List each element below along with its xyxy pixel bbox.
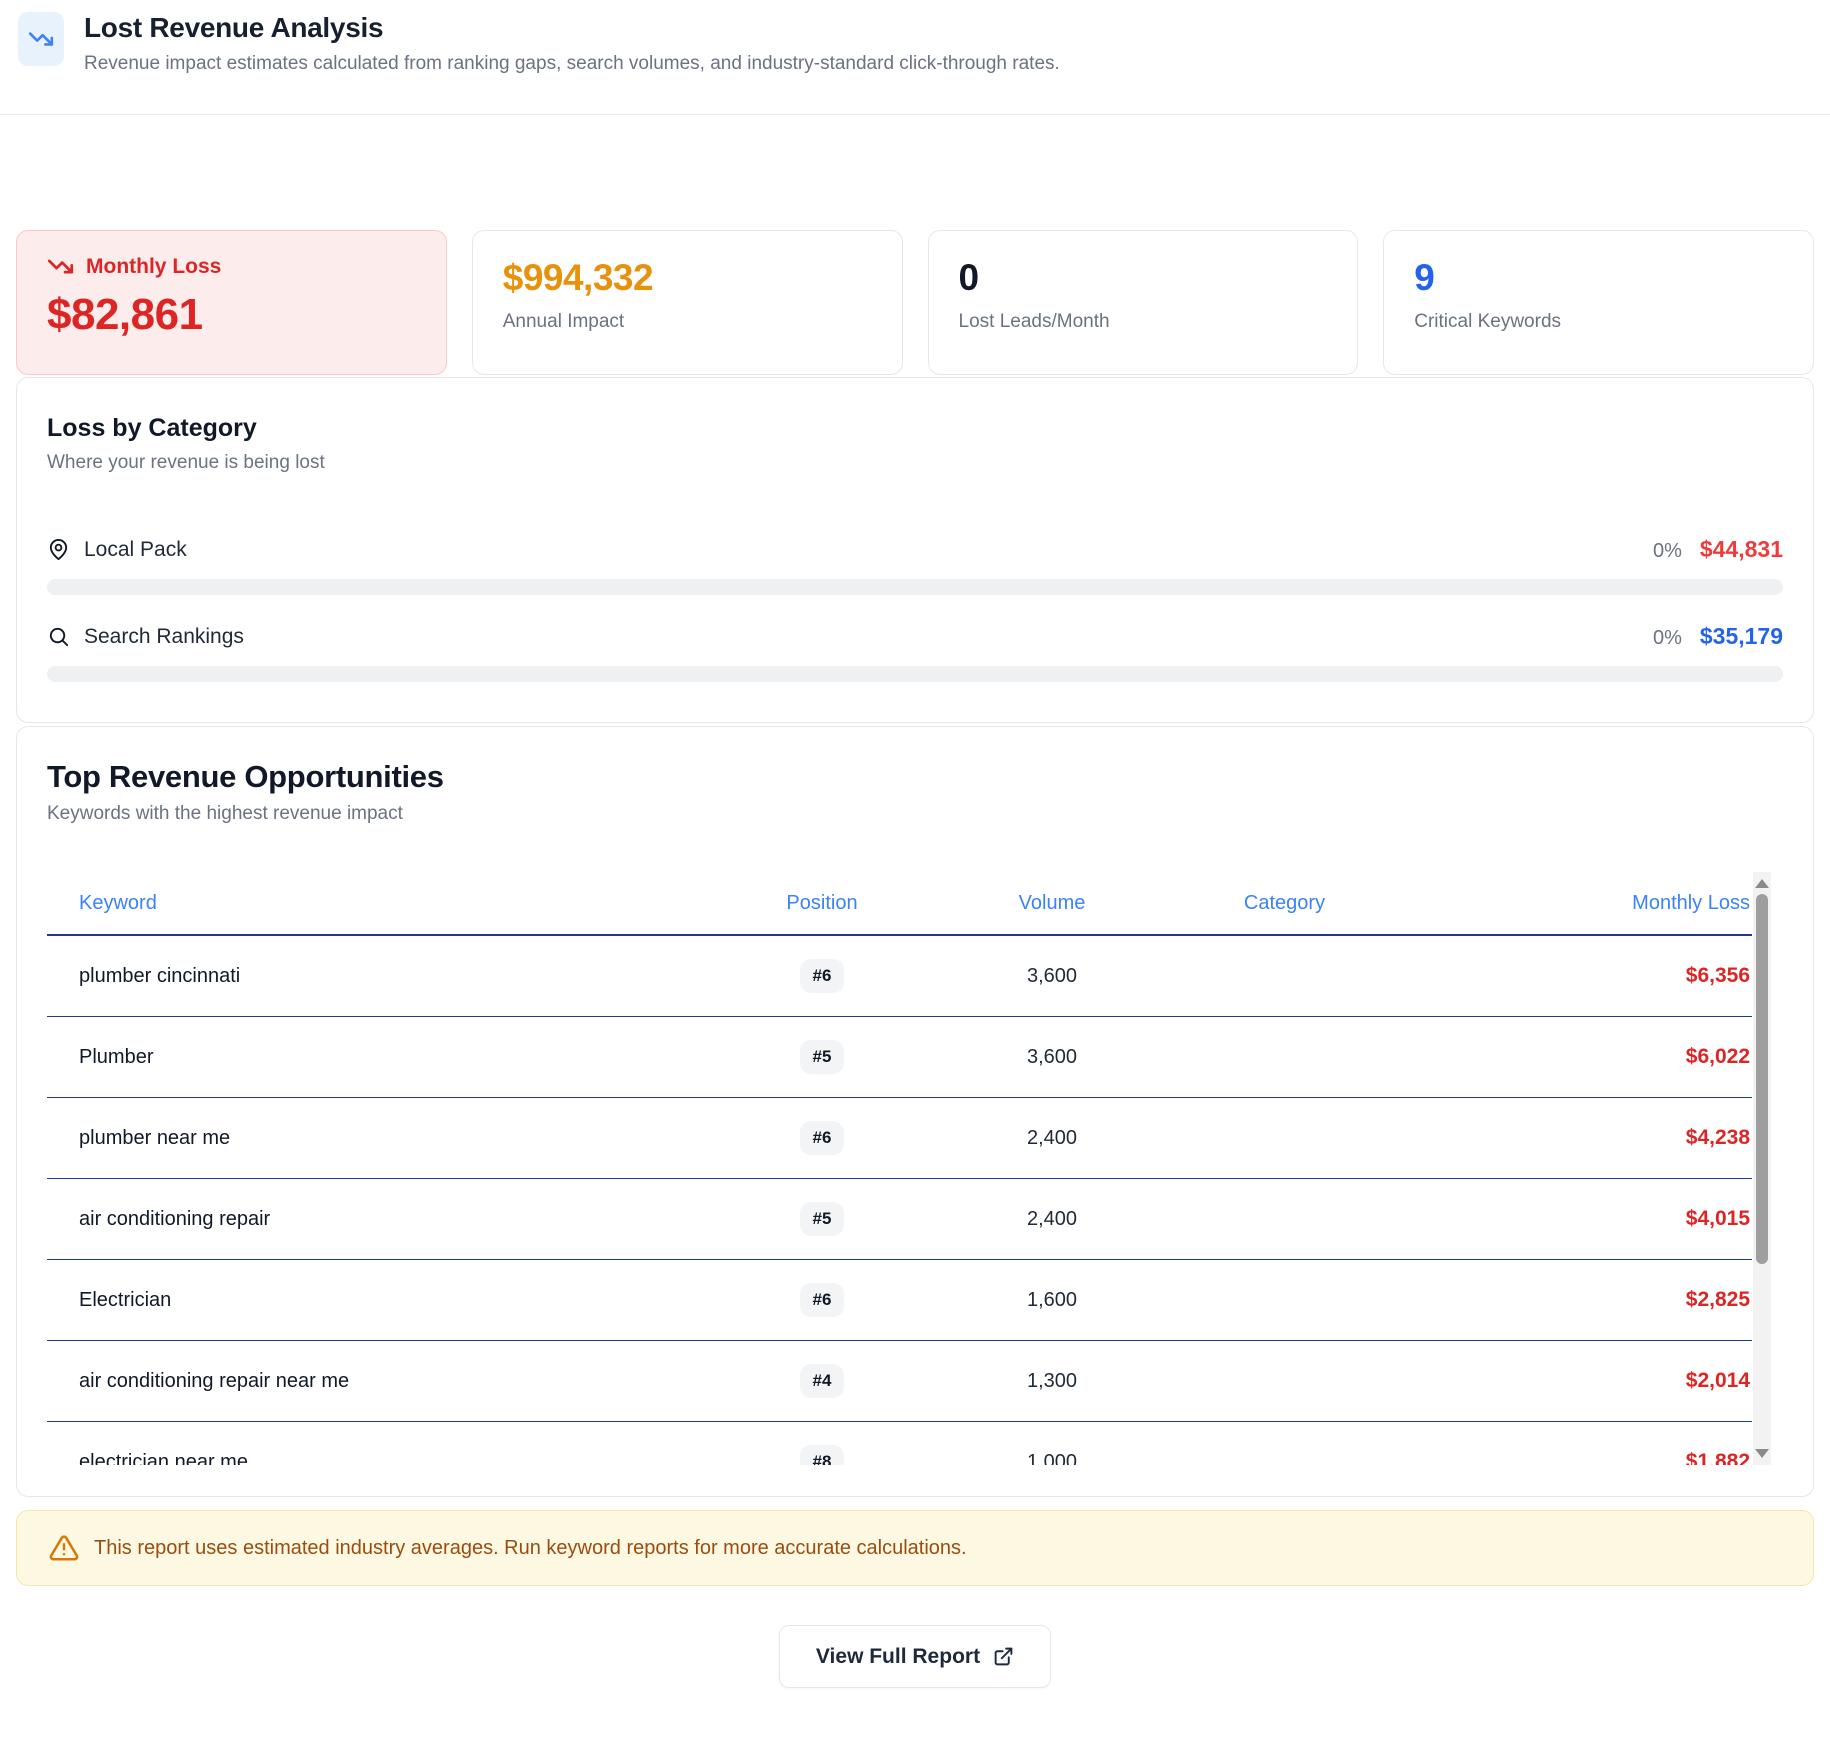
warning-text: This report uses estimated industry aver… [94,1537,967,1560]
monthly-loss-cell: $1,882 [1422,1450,1752,1465]
category-label: Local Pack [84,538,187,562]
loss-by-category-subtitle: Where your revenue is being lost [47,452,1783,474]
top-revenue-opportunities-card: Top Revenue Opportunities Keywords with … [16,726,1814,1497]
table-row: plumber cincinnati #6 3,600 $6,356 [47,936,1752,1017]
category-amount: $35,179 [1700,623,1783,650]
page-subtitle: Revenue impact estimates calculated from… [84,53,1060,75]
page-header: Lost Revenue Analysis Revenue impact est… [0,0,1830,115]
stat-card-lost-leads: 0 Lost Leads/Month [928,230,1359,375]
table-row: Plumber #5 3,600 $6,022 [47,1017,1752,1098]
lost-leads-value: 0 [959,257,1328,299]
monthly-loss-cell: $4,015 [1422,1207,1752,1231]
view-full-report-label: View Full Report [816,1645,980,1669]
category-row-search-rankings: Search Rankings 0% $35,179 [47,623,1783,650]
keyword-cell: air conditioning repair [47,1208,687,1231]
position-badge: #6 [800,1121,844,1155]
table-row: electrician near me #8 1,000 $1,882 [47,1422,1752,1465]
critical-keywords-label: Critical Keywords [1414,311,1783,333]
column-header-category[interactable]: Category [1147,892,1422,915]
scrollbar-up-arrow-icon[interactable] [1755,879,1769,888]
loss-by-category-card: Loss by Category Where your revenue is b… [16,377,1814,723]
table-row: plumber near me #6 2,400 $4,238 [47,1098,1752,1179]
table-row: Electrician #6 1,600 $2,825 [47,1260,1752,1341]
keyword-cell: electrician near me [47,1451,687,1466]
keyword-cell: Electrician [47,1289,687,1312]
estimate-warning-banner: This report uses estimated industry aver… [16,1510,1814,1586]
external-link-icon [993,1646,1014,1667]
column-header-volume[interactable]: Volume [957,892,1147,915]
monthly-loss-cell: $2,014 [1422,1369,1752,1393]
category-row-local-pack: Local Pack 0% $44,831 [47,536,1783,563]
table-scrollbar[interactable] [1753,872,1771,1465]
category-percent: 0% [1653,627,1682,650]
monthly-loss-cell: $6,022 [1422,1045,1752,1069]
opportunities-table: Keyword Position Volume Category Monthly… [47,872,1783,1465]
warning-triangle-icon [49,1533,79,1563]
position-badge: #5 [800,1202,844,1236]
table-header-row: Keyword Position Volume Category Monthly… [47,872,1752,936]
lost-leads-label: Lost Leads/Month [959,311,1328,333]
page-title: Lost Revenue Analysis [84,12,1060,44]
trending-down-icon [47,253,74,280]
category-percent: 0% [1653,540,1682,563]
column-header-position[interactable]: Position [687,892,957,915]
keyword-cell: plumber cincinnati [47,965,687,988]
trending-down-icon [18,12,64,66]
stats-row: Monthly Loss $82,861 $994,332 Annual Imp… [16,230,1814,375]
position-badge: #5 [800,1040,844,1074]
monthly-loss-cell: $6,356 [1422,964,1752,988]
opportunities-subtitle: Keywords with the highest revenue impact [47,803,1783,825]
volume-cell: 2,400 [957,1208,1147,1231]
position-badge: #4 [800,1364,844,1398]
opportunities-title: Top Revenue Opportunities [47,759,1783,795]
monthly-loss-label: Monthly Loss [86,255,221,279]
volume-cell: 1,300 [957,1370,1147,1393]
monthly-loss-cell: $4,238 [1422,1126,1752,1150]
volume-cell: 1,600 [957,1289,1147,1312]
volume-cell: 3,600 [957,1046,1147,1069]
scrollbar-thumb[interactable] [1756,894,1768,1264]
search-rankings-progress-bar [47,666,1783,682]
stat-card-critical-keywords: 9 Critical Keywords [1383,230,1814,375]
annual-impact-label: Annual Impact [503,311,872,333]
column-header-monthly-loss[interactable]: Monthly Loss [1422,892,1752,915]
loss-by-category-title: Loss by Category [47,414,1783,443]
monthly-loss-cell: $2,825 [1422,1288,1752,1312]
column-header-keyword[interactable]: Keyword [47,892,687,915]
category-label: Search Rankings [84,625,244,649]
stat-card-annual-impact: $994,332 Annual Impact [472,230,903,375]
scrollbar-down-arrow-icon[interactable] [1755,1449,1769,1458]
volume-cell: 3,600 [957,965,1147,988]
position-badge: #6 [800,1283,844,1317]
stat-card-monthly-loss: Monthly Loss $82,861 [16,230,447,375]
position-badge: #8 [800,1445,844,1465]
keyword-cell: air conditioning repair near me [47,1370,687,1393]
view-full-report-button[interactable]: View Full Report [779,1625,1051,1688]
volume-cell: 1,000 [957,1451,1147,1466]
position-badge: #6 [800,959,844,993]
volume-cell: 2,400 [957,1127,1147,1150]
annual-impact-value: $994,332 [503,257,872,299]
local-pack-progress-bar [47,579,1783,595]
critical-keywords-value: 9 [1414,257,1783,299]
monthly-loss-value: $82,861 [47,290,416,340]
keyword-cell: plumber near me [47,1127,687,1150]
map-pin-icon [47,538,70,561]
table-row: air conditioning repair near me #4 1,300… [47,1341,1752,1422]
table-row: air conditioning repair #5 2,400 $4,015 [47,1179,1752,1260]
search-icon [47,625,70,648]
keyword-cell: Plumber [47,1046,687,1069]
category-amount: $44,831 [1700,536,1783,563]
